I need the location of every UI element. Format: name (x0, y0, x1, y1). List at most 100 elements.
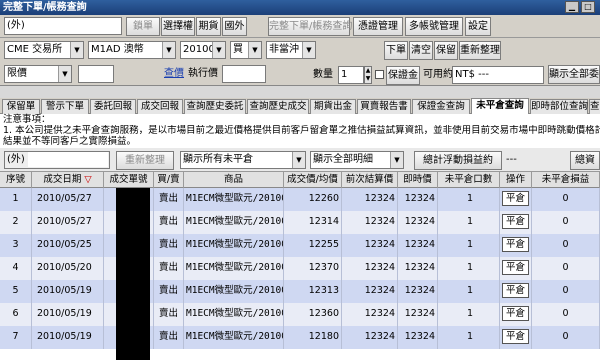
close-position-button[interactable]: 平倉 (502, 214, 530, 229)
side-select[interactable]: 買 ▼ (230, 41, 262, 59)
row-pnl: 0 (532, 234, 600, 257)
row-prev-settle: 12324 (342, 280, 398, 303)
detail-filter-select[interactable]: 顯示全部明細 ▼ (310, 151, 404, 169)
chevron-down-icon: ▼ (70, 42, 83, 58)
tab-order-report[interactable]: 委託回報 (90, 99, 136, 114)
close-position-button[interactable]: 平倉 (502, 329, 530, 344)
row-pnl: 0 (532, 326, 600, 349)
tab-history-orders[interactable]: 查詢歷史委託 (184, 99, 246, 114)
qty-input[interactable]: 1 (338, 66, 364, 84)
col-last[interactable]: 即時價 (398, 172, 438, 188)
tab-withdraw[interactable]: 期貨出金 (310, 99, 356, 114)
tab-query-history[interactable]: 查詢歷 (589, 99, 600, 114)
price-type-value: 限價 (7, 68, 27, 79)
open-position-table: 序號 成交日期 ▽ 成交單號 買/賣 商品 成交價/均價 前次結算價 即時價 未… (0, 172, 600, 360)
multi-account-button[interactable]: 多帳號管理 (405, 17, 463, 36)
refresh-button[interactable]: 重新整理 (459, 41, 501, 60)
row-side: 賣出 (154, 326, 184, 349)
table-row[interactable]: 4 2010/05/20 賣出 M1ECM微型歐元/201006 12370 1… (0, 257, 600, 280)
table-row[interactable]: 5 2010/05/19 賣出 M1ECM微型歐元/201006 12313 1… (0, 280, 600, 303)
price-type-select[interactable]: 限價 ▼ (4, 65, 72, 83)
close-position-button[interactable]: 平倉 (502, 260, 530, 275)
maximize-button[interactable]: □ (581, 1, 595, 13)
foreign-button[interactable]: 國外 (222, 17, 247, 36)
filter-refresh-button[interactable]: 重新整理 (116, 151, 174, 170)
close-position-button[interactable]: 平倉 (502, 306, 530, 321)
col-date-label: 成交日期 (43, 174, 82, 185)
row-last: 12324 (398, 188, 438, 211)
chevron-down-icon: ▼ (162, 42, 175, 58)
tab-reserved[interactable]: 保留單 (2, 99, 40, 114)
col-no[interactable]: 序號 (0, 172, 32, 188)
qty-stepper[interactable]: ▲ ▼ (364, 66, 372, 84)
close-position-button[interactable]: 平倉 (502, 283, 530, 298)
total-float-pnl-button[interactable]: 總計浮動損益約 (414, 151, 502, 170)
minimize-button[interactable]: ▁ (565, 1, 579, 13)
tab-trade-report[interactable]: 買賣報告書 (357, 99, 411, 114)
tab-open-position[interactable]: 未平倉查詢 (471, 98, 529, 114)
tab-alert-order[interactable]: 警示下單 (41, 99, 89, 114)
close-position-button[interactable]: 平倉 (502, 237, 530, 252)
open-position-filter-select[interactable]: 顯示所有未平倉 ▼ (180, 151, 306, 169)
table-row[interactable]: 7 2010/05/19 賣出 M1ECM微型歐元/201006 12180 1… (0, 326, 600, 349)
row-side: 賣出 (154, 211, 184, 234)
col-open-qty[interactable]: 未平倉口數 (438, 172, 500, 188)
row-product: M1ECM微型歐元/201006 (184, 326, 284, 349)
row-open-qty: 1 (438, 211, 500, 234)
row-last: 12324 (398, 303, 438, 326)
col-prev-settle[interactable]: 前次結算價 (342, 172, 398, 188)
clear-button[interactable]: 清空 (409, 41, 433, 60)
exchange-select[interactable]: CME 交易所 ▼ (4, 41, 84, 59)
row-prev-settle: 12324 (342, 234, 398, 257)
order-button[interactable]: 下單 (384, 41, 408, 60)
show-all-orders-button[interactable]: 顯示全部委 (548, 65, 600, 84)
price-input[interactable] (78, 65, 114, 83)
row-date: 2010/05/19 (32, 280, 104, 303)
close-position-button[interactable]: 平倉 (502, 191, 530, 206)
col-date[interactable]: 成交日期 ▽ (32, 172, 104, 188)
price-row: 限價 ▼ 查價 執行價 數量 1 ▲ ▼ 保證金 可用約 NT$ --- 顯示全部委 (0, 62, 600, 86)
margin-button[interactable]: 保證金 (386, 66, 420, 85)
product-select[interactable]: M1AD 澳幣 ▼ (88, 41, 176, 59)
col-pnl[interactable]: 未平倉損益 (532, 172, 600, 188)
row-price: 12313 (284, 280, 342, 303)
price-query-link[interactable]: 查價 (164, 65, 184, 83)
tab-margin-query[interactable]: 保證金查詢 (412, 99, 470, 114)
keep-button[interactable]: 保留 (434, 41, 458, 60)
exec-price-input[interactable] (222, 65, 266, 83)
row-last: 12324 (398, 234, 438, 257)
col-price[interactable]: 成交價/均價 (284, 172, 342, 188)
col-side[interactable]: 買/賣 (154, 172, 184, 188)
futures-button[interactable]: 期貨 (196, 17, 221, 36)
table-row[interactable]: 1 2010/05/27 賣出 M1ECM微型歐元/201006 12260 1… (0, 188, 600, 211)
month-select[interactable]: 201006 ▼ (180, 41, 226, 59)
window-title: 完整下單/帳務查詢 (3, 2, 87, 13)
table-row[interactable]: 6 2010/05/19 賣出 M1ECM微型歐元/201006 12360 1… (0, 303, 600, 326)
exec-price-label: 執行價 (188, 68, 218, 79)
row-product: M1ECM微型歐元/201006 (184, 257, 284, 280)
tab-realtime-position[interactable]: 即時部位查詢 (530, 99, 588, 114)
offset-select[interactable]: 非當沖 ▼ (266, 41, 316, 59)
col-product[interactable]: 商品 (184, 172, 284, 188)
table-row[interactable]: 3 2010/05/25 賣出 M1ECM微型歐元/201006 12255 1… (0, 234, 600, 257)
row-no: 1 (0, 188, 32, 211)
chevron-down-icon: ▼ (248, 42, 261, 58)
table-row[interactable]: 2 2010/05/27 賣出 M1ECM微型歐元/201006 12314 1… (0, 211, 600, 234)
checkbox[interactable] (375, 70, 384, 79)
settings-button[interactable]: 設定 (465, 17, 491, 36)
account-prefix: (外) (7, 20, 25, 31)
cert-mgmt-button[interactable]: 憑證管理 (353, 17, 403, 36)
col-order-no[interactable]: 成交單號 (104, 172, 154, 188)
row-price: 12314 (284, 211, 342, 234)
tab-fill-report[interactable]: 成交回報 (137, 99, 183, 114)
total-assets-button[interactable]: 總資 (570, 151, 600, 170)
option-button[interactable]: 選擇權 (161, 17, 195, 36)
tab-history-fills[interactable]: 查詢歷史成交 (247, 99, 309, 114)
full-order-query-button[interactable]: 完整下單/帳務查詢 (268, 17, 352, 36)
open-filter-value: 顯示所有未平倉 (183, 154, 253, 165)
col-action[interactable]: 操作 (500, 172, 532, 188)
row-action: 平倉 (500, 280, 532, 303)
row-no: 2 (0, 211, 32, 234)
order-lock-button[interactable]: 鎖單 (126, 17, 160, 36)
row-side: 賣出 (154, 280, 184, 303)
